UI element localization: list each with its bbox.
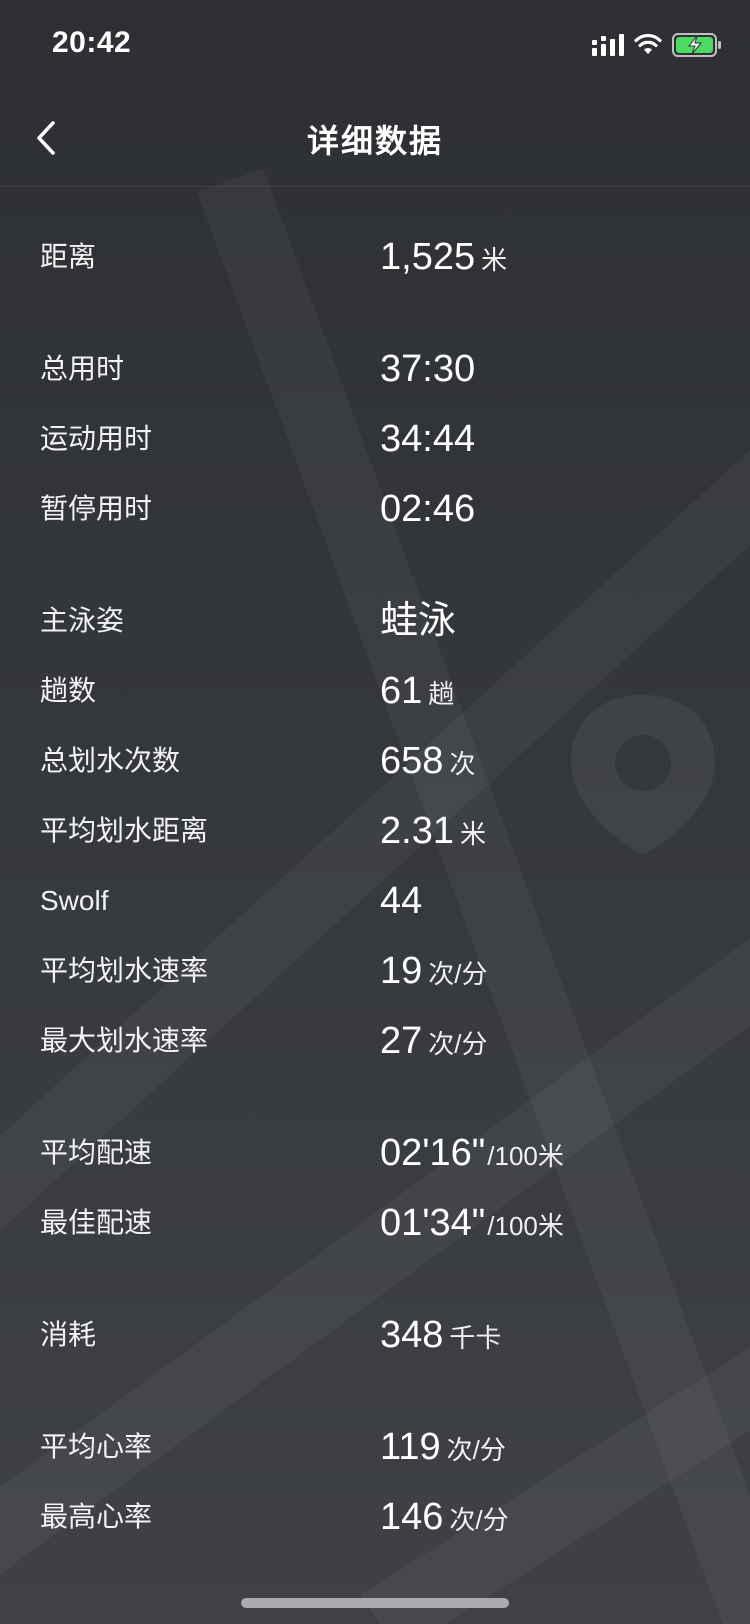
data-value: 348 千卡 bbox=[380, 1300, 501, 1373]
value-number: 蛙泳 bbox=[380, 600, 457, 642]
nav-bar: 详细数据 bbox=[0, 92, 750, 187]
data-group-calories: 消耗 348 千卡 bbox=[0, 1286, 750, 1398]
value-number: 146 bbox=[380, 1496, 444, 1538]
status-bar: 20:42 bbox=[0, 0, 750, 90]
data-row: Swolf 44 bbox=[0, 866, 750, 936]
data-row: 消耗 348 千卡 bbox=[0, 1300, 750, 1370]
data-label: 最大划水速率 bbox=[40, 1025, 209, 1056]
data-row: 平均划水速率 19 次/分 bbox=[0, 936, 750, 1006]
data-value: 蛙泳 bbox=[380, 586, 456, 656]
data-label: 平均划水速率 bbox=[40, 955, 209, 986]
value-number: 19 bbox=[380, 950, 423, 992]
wifi-icon bbox=[634, 34, 662, 54]
value-unit: 次 bbox=[449, 749, 476, 779]
data-label: 平均心率 bbox=[40, 1431, 153, 1462]
cellular-signal-icon bbox=[592, 34, 624, 56]
data-value: 37:30 bbox=[380, 334, 475, 404]
data-label: 最佳配速 bbox=[40, 1207, 153, 1238]
value-unit: 次/分 bbox=[446, 1435, 506, 1465]
data-value: 19 次/分 bbox=[380, 936, 488, 1009]
data-label: 总划水次数 bbox=[40, 745, 181, 776]
data-label: 平均配速 bbox=[40, 1137, 153, 1168]
data-value: 1,525 米 bbox=[380, 222, 507, 295]
data-label: 暂停用时 bbox=[40, 493, 153, 524]
data-label: 总用时 bbox=[40, 353, 125, 384]
data-label: Swolf bbox=[40, 885, 109, 916]
data-row: 平均配速 02'16"/100米 bbox=[0, 1118, 750, 1188]
value-unit: 趟 bbox=[428, 679, 455, 709]
value-unit: /100米 bbox=[487, 1211, 564, 1241]
data-group-distance: 距离 1,525 米 bbox=[0, 186, 750, 320]
status-icons bbox=[592, 30, 722, 60]
data-value: 119 次/分 bbox=[380, 1412, 506, 1485]
data-row: 平均心率 119 次/分 bbox=[0, 1412, 750, 1482]
data-row: 运动用时 34:44 bbox=[0, 404, 750, 474]
value-unit: 米 bbox=[459, 819, 486, 849]
data-row: 总用时 37:30 bbox=[0, 334, 750, 404]
value-number: 27 bbox=[380, 1020, 423, 1062]
value-number: 34:44 bbox=[380, 418, 476, 460]
value-number: 37:30 bbox=[380, 348, 476, 390]
data-value: 658 次 bbox=[380, 726, 475, 799]
data-label: 消耗 bbox=[40, 1319, 97, 1350]
data-row: 最高心率 146 次/分 bbox=[0, 1482, 750, 1552]
value-unit: 千卡 bbox=[449, 1323, 502, 1353]
value-unit: 次/分 bbox=[449, 1505, 509, 1535]
data-group-stroke: 主泳姿 蛙泳 趟数 61 趟 总划水次数 658 次 平均划水距离 2.31 米 Sw… bbox=[0, 572, 750, 1104]
value-number: 44 bbox=[380, 880, 423, 922]
data-row: 最大划水速率 27 次/分 bbox=[0, 1006, 750, 1076]
data-value: 34:44 bbox=[380, 404, 475, 474]
data-row: 平均划水距离 2.31 米 bbox=[0, 796, 750, 866]
data-row: 主泳姿 蛙泳 bbox=[0, 586, 750, 656]
data-row: 暂停用时 02:46 bbox=[0, 474, 750, 544]
page-title: 详细数据 bbox=[306, 123, 443, 159]
data-row: 趟数 61 趟 bbox=[0, 656, 750, 726]
data-value: 2.31 米 bbox=[380, 796, 486, 869]
data-group-pace: 平均配速 02'16"/100米 最佳配速 01'34"/100米 bbox=[0, 1104, 750, 1286]
value-unit: /100米 bbox=[487, 1141, 564, 1171]
value-number: 61 bbox=[380, 670, 423, 712]
value-unit: 次/分 bbox=[428, 1029, 488, 1059]
value-number: 2.31 bbox=[380, 810, 454, 852]
value-unit: 次/分 bbox=[428, 959, 488, 989]
value-number: 658 bbox=[380, 740, 444, 782]
data-value: 02:46 bbox=[380, 474, 475, 544]
value-number: 119 bbox=[380, 1426, 441, 1468]
data-label: 平均划水距离 bbox=[40, 815, 209, 846]
data-label: 趟数 bbox=[40, 675, 97, 706]
data-row: 总划水次数 658 次 bbox=[0, 726, 750, 796]
data-value: 61 趟 bbox=[380, 656, 454, 729]
data-label: 距离 bbox=[40, 241, 97, 272]
data-row: 最佳配速 01'34"/100米 bbox=[0, 1188, 750, 1258]
data-value: 02'16"/100米 bbox=[380, 1118, 564, 1191]
data-row: 距离 1,525 米 bbox=[0, 222, 750, 292]
data-value: 44 bbox=[380, 866, 422, 936]
battery-charging-icon bbox=[672, 33, 721, 57]
data-label: 最高心率 bbox=[40, 1501, 153, 1532]
data-group-time: 总用时 37:30 运动用时 34:44 暂停用时 02:46 bbox=[0, 320, 750, 572]
value-unit: 米 bbox=[481, 245, 508, 275]
data-group-heart-rate: 平均心率 119 次/分 最高心率 146 次/分 bbox=[0, 1398, 750, 1580]
status-time: 20:42 bbox=[52, 26, 132, 59]
home-indicator[interactable] bbox=[241, 1598, 509, 1608]
data-value: 146 次/分 bbox=[380, 1482, 509, 1555]
data-label: 运动用时 bbox=[40, 423, 153, 454]
data-value: 01'34"/100米 bbox=[380, 1188, 564, 1261]
data-label: 主泳姿 bbox=[40, 605, 125, 636]
value-number: 348 bbox=[380, 1314, 444, 1356]
value-number: 01'34" bbox=[380, 1202, 486, 1244]
value-number: 02'16" bbox=[380, 1132, 486, 1174]
value-number: 1,525 bbox=[380, 236, 476, 278]
value-number: 02:46 bbox=[380, 488, 476, 530]
detail-data-list: 距离 1,525 米 总用时 37:30 运动用时 34:44 暂停用时 02:4… bbox=[0, 186, 750, 1580]
data-value: 27 次/分 bbox=[380, 1006, 488, 1079]
